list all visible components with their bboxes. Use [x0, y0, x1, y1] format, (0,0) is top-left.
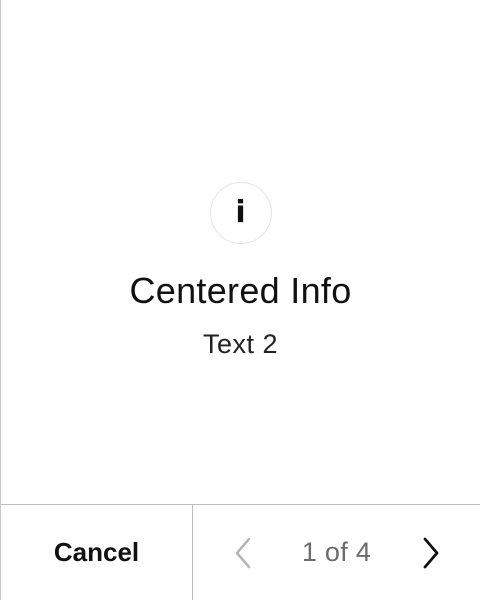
info-screen: i Centered Info Text 2 Cancel 1 of 4 [0, 0, 480, 600]
info-icon: i [209, 182, 272, 244]
chevron-left-icon [235, 537, 251, 568]
footer-bar: Cancel 1 of 4 [1, 504, 480, 600]
info-text: Text 2 [202, 329, 279, 359]
previous-page-button[interactable] [228, 533, 258, 573]
next-page-button[interactable] [416, 533, 446, 573]
info-title: Centered Info [129, 270, 352, 311]
cancel-button[interactable]: Cancel [1, 505, 193, 600]
page-indicator: 1 of 4 [301, 537, 372, 567]
pagination: 1 of 4 [193, 505, 480, 600]
info-content: i Centered Info Text 2 [1, 0, 480, 504]
chevron-right-icon [423, 537, 439, 568]
